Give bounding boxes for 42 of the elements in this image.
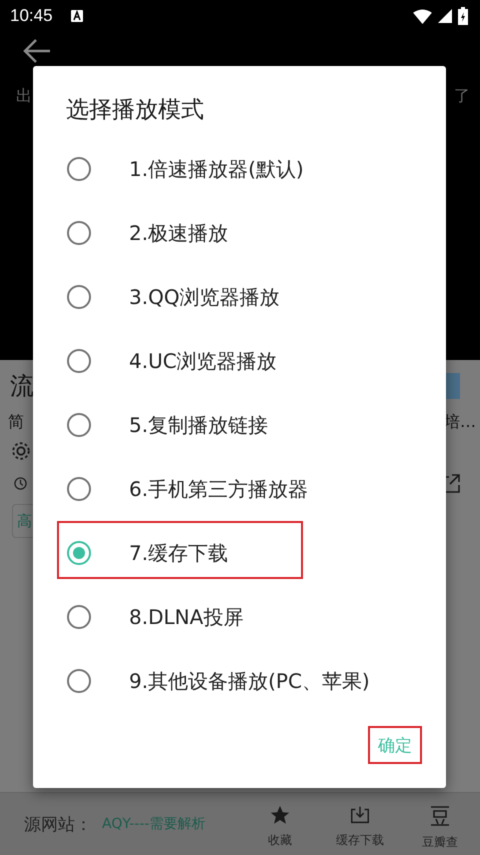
option-label: 1.倍速播放器(默认) bbox=[129, 156, 304, 182]
radio-button[interactable] bbox=[67, 477, 91, 501]
tag-chip bbox=[446, 373, 460, 399]
radio-option[interactable]: 5.复制播放链接 bbox=[33, 393, 446, 457]
radio-button[interactable] bbox=[67, 221, 91, 245]
radio-option[interactable]: 9.其他设备播放(PC、苹果) bbox=[33, 649, 446, 713]
radio-option[interactable]: 2.极速播放 bbox=[33, 201, 446, 265]
option-label: 4.UC浏览器播放 bbox=[129, 348, 277, 374]
back-arrow-icon[interactable] bbox=[22, 38, 52, 64]
option-label: 7.缓存下载 bbox=[129, 540, 228, 566]
signal-icon bbox=[438, 9, 452, 23]
status-time: 10:45 bbox=[10, 6, 53, 26]
star-icon bbox=[269, 804, 291, 826]
radio-option[interactable]: 4.UC浏览器播放 bbox=[33, 329, 446, 393]
radio-option[interactable]: 8.DLNA投屏 bbox=[33, 585, 446, 649]
option-label: 6.手机第三方播放器 bbox=[129, 476, 308, 502]
radio-option[interactable]: 3.QQ浏览器播放 bbox=[33, 265, 446, 329]
intro-text: 简 bbox=[8, 412, 24, 432]
option-label: 5.复制播放链接 bbox=[129, 412, 268, 438]
source-label: 源网站： bbox=[24, 814, 92, 836]
radio-button[interactable] bbox=[67, 285, 91, 309]
radio-button[interactable] bbox=[67, 669, 91, 693]
header-text: 了 bbox=[454, 86, 470, 107]
video-title: 流 bbox=[10, 371, 34, 402]
radio-button[interactable] bbox=[67, 349, 91, 373]
battery-icon bbox=[458, 7, 468, 25]
wifi-icon bbox=[413, 8, 432, 24]
radio-button[interactable] bbox=[67, 605, 91, 629]
douban-icon bbox=[428, 804, 452, 828]
radio-button[interactable] bbox=[67, 541, 91, 565]
header-text: 出 bbox=[16, 86, 32, 107]
option-label: 2.极速播放 bbox=[129, 220, 228, 246]
option-label: 9.其他设备播放(PC、苹果) bbox=[129, 668, 370, 694]
radio-option[interactable]: 1.倍速播放器(默认) bbox=[33, 137, 446, 201]
dialog-title: 选择播放模式 bbox=[65, 96, 205, 125]
notification-icon bbox=[70, 10, 83, 22]
option-label: 8.DLNA投屏 bbox=[129, 604, 244, 630]
option-label: 3.QQ浏览器播放 bbox=[129, 284, 280, 310]
settings-icon[interactable] bbox=[10, 440, 32, 462]
radio-button[interactable] bbox=[67, 157, 91, 181]
clock-icon bbox=[14, 476, 27, 490]
radio-button[interactable] bbox=[67, 413, 91, 437]
